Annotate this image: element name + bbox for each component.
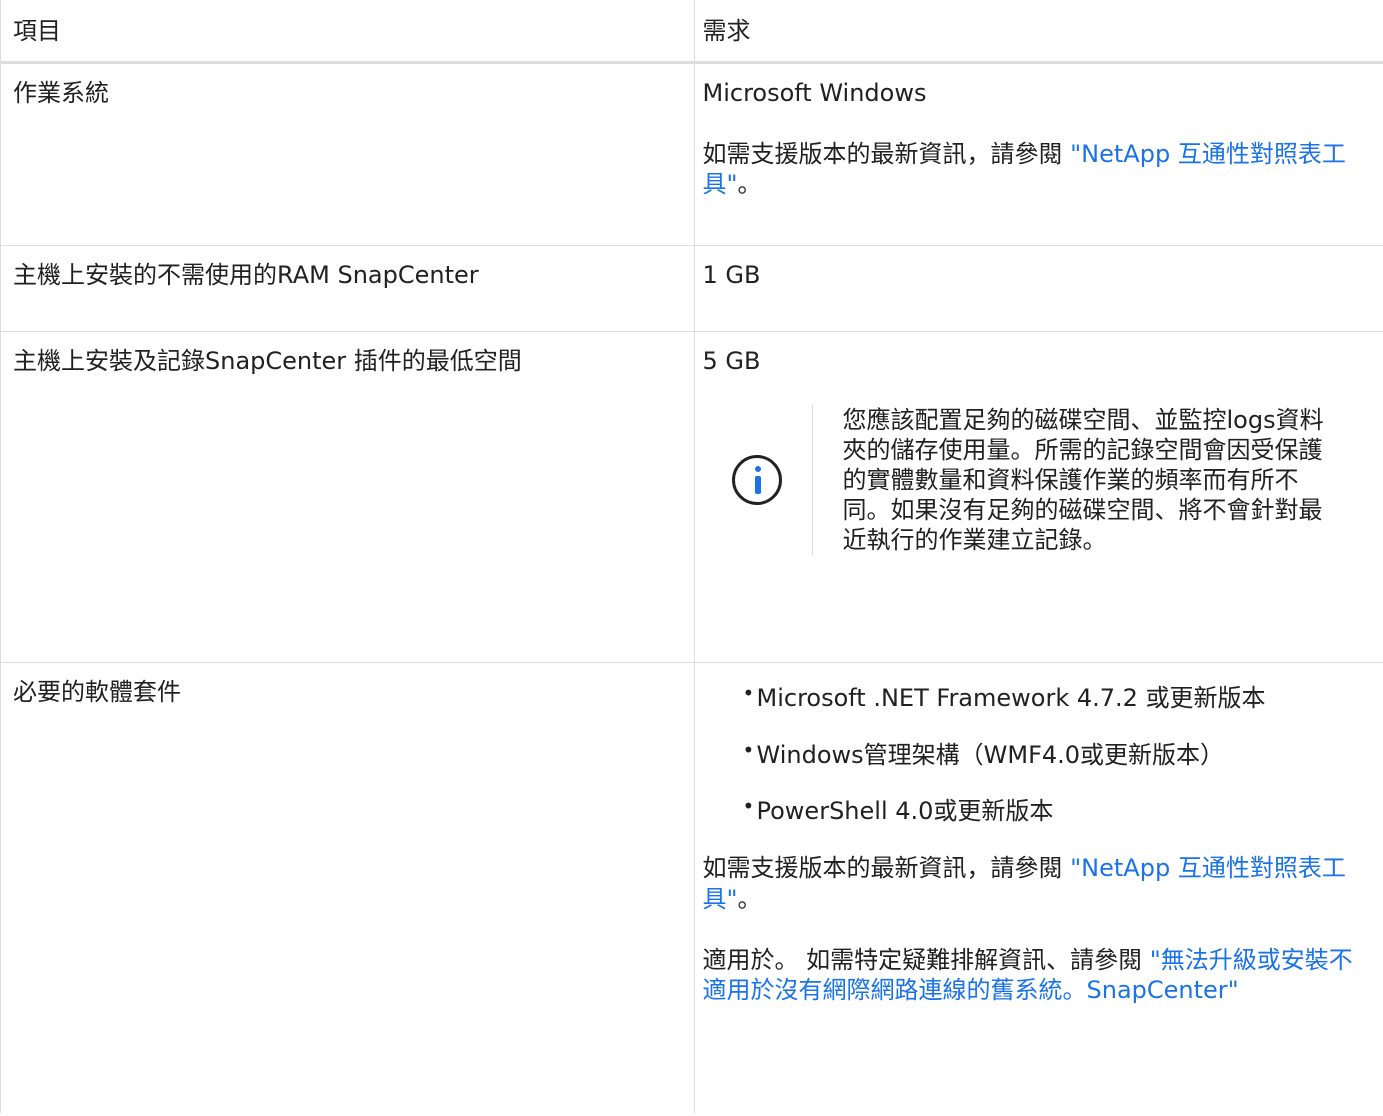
table-row-ram: 主機上安裝的不需使用的RAM SnapCenter 1 GB bbox=[1, 246, 1383, 332]
space-callout: 您應該配置足夠的磁碟空間、並監控logs資料夾的儲存使用量。所需的記錄空間會因受… bbox=[703, 404, 1374, 555]
row-ram-requirement: 1 GB bbox=[695, 246, 1383, 331]
os-note: 如需支援版本的最新資訊，請參閱 "NetApp 互通性對照表工具"。 bbox=[703, 139, 1374, 200]
software-note: 如需支援版本的最新資訊，請參閱 "NetApp 互通性對照表工具"。 bbox=[703, 853, 1374, 914]
troubleshoot-note: 適用於。 如需特定疑難排解資訊、請參閱 "無法升級或安裝不適用於沒有網際網路連線… bbox=[703, 945, 1363, 1006]
software-note-suffix: 。 bbox=[737, 884, 762, 913]
ram-value: 1 GB bbox=[702, 261, 761, 289]
table-row-os: 作業系統 Microsoft Windows 如需支援版本的最新資訊，請參閱 "… bbox=[1, 64, 1383, 246]
os-value: Microsoft Windows bbox=[702, 79, 927, 107]
list-item: PowerShell 4.0或更新版本 bbox=[743, 794, 1374, 827]
row-space-requirement: 5 GB 您應該配置足夠的磁碟空間、並監控logs資料夾的儲存使用量。所需的記錄… bbox=[695, 332, 1383, 662]
requirements-table: 項目 需求 作業系統 Microsoft Windows 如需支援版本的最新資訊… bbox=[0, 0, 1383, 1113]
row-space-item: 主機上安裝及記錄SnapCenter 插件的最低空間 bbox=[1, 332, 695, 662]
table-header-row: 項目 需求 bbox=[1, 0, 1383, 64]
row-software-item: 必要的軟體套件 bbox=[1, 663, 695, 1113]
row-os-requirement: Microsoft Windows 如需支援版本的最新資訊，請參閱 "NetAp… bbox=[695, 64, 1383, 245]
info-icon bbox=[732, 454, 782, 505]
space-value: 5 GB bbox=[702, 347, 761, 375]
software-list: Microsoft .NET Framework 4.7.2 或更新版本 Win… bbox=[703, 681, 1374, 827]
troubleshoot-prefix: 適用於。 如需特定疑難排解資訊、請參閱 bbox=[702, 945, 1150, 974]
software-note-prefix: 如需支援版本的最新資訊，請參閱 bbox=[702, 854, 1071, 883]
callout-icon-column bbox=[703, 404, 813, 555]
callout-text: 您應該配置足夠的磁碟空間、並監控logs資料夾的儲存使用量。所需的記錄空間會因受… bbox=[842, 405, 1324, 554]
os-note-prefix: 如需支援版本的最新資訊，請參閱 bbox=[702, 139, 1071, 168]
table-row-space: 主機上安裝及記錄SnapCenter 插件的最低空間 5 GB 您應該配置足夠的… bbox=[1, 332, 1383, 663]
list-item: Microsoft .NET Framework 4.7.2 或更新版本 bbox=[743, 681, 1374, 714]
list-item: Windows管理架構（WMF4.0或更新版本） bbox=[743, 738, 1374, 771]
table-row-software: 必要的軟體套件 Microsoft .NET Framework 4.7.2 或… bbox=[1, 663, 1383, 1113]
os-note-suffix: 。 bbox=[737, 170, 762, 199]
header-requirement: 需求 bbox=[702, 17, 751, 45]
row-software-requirement: Microsoft .NET Framework 4.7.2 或更新版本 Win… bbox=[695, 663, 1383, 1113]
row-os-item: 作業系統 bbox=[1, 64, 695, 245]
row-ram-item: 主機上安裝的不需使用的RAM SnapCenter bbox=[1, 246, 695, 331]
header-item: 項目 bbox=[1, 0, 695, 61]
